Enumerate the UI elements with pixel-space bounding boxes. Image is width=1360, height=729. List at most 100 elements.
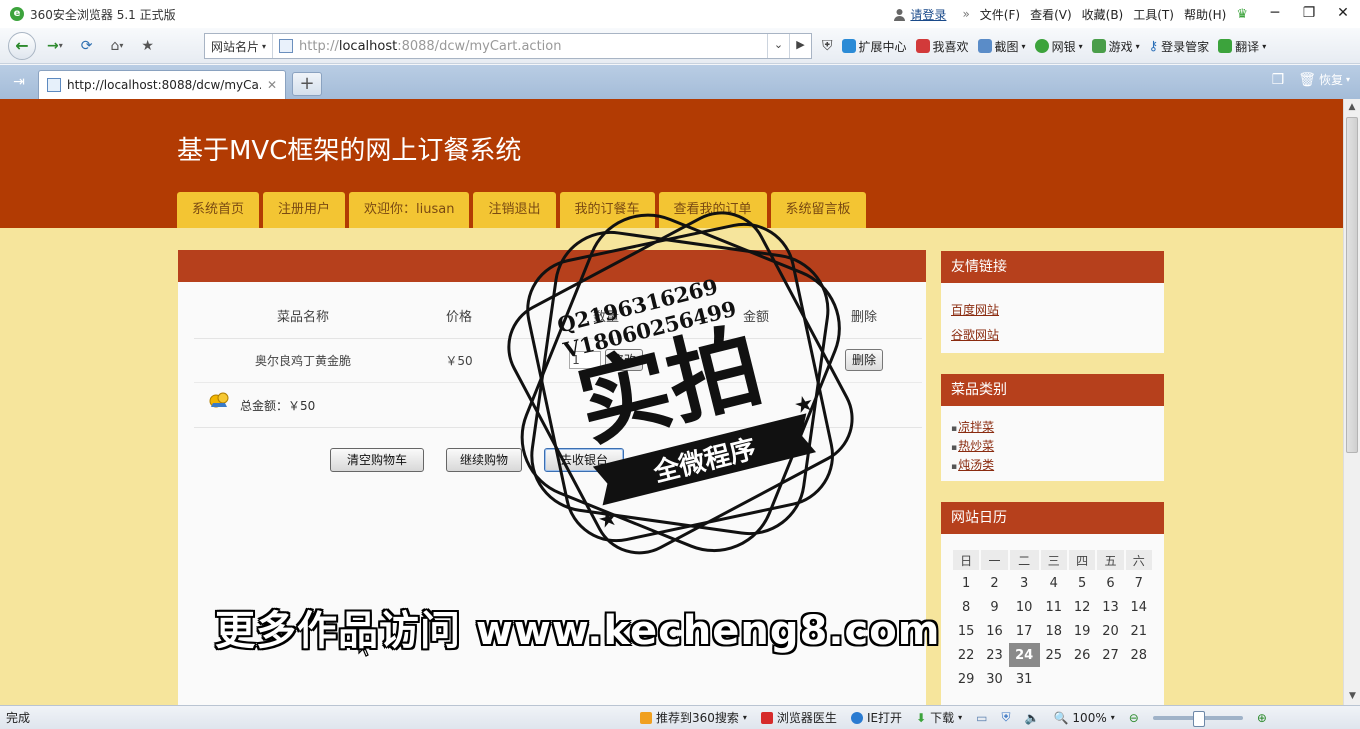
tab-active[interactable]: http://localhost:8088/dcw/myCa... ✕ [38,70,286,99]
scroll-up-icon[interactable]: ▲ [1344,99,1360,116]
calendar-day[interactable]: 12 [1068,595,1096,619]
calendar-day[interactable]: 20 [1096,619,1124,643]
shield-icon: ⛨ [822,38,833,54]
back-button[interactable]: ← [8,31,36,60]
calendar-day[interactable]: 2 [980,571,1008,595]
forward-button[interactable]: → ▾ [40,33,70,59]
nav-message-board[interactable]: 系统留言板 [770,192,866,228]
continue-shopping-button[interactable]: 继续购物 [446,448,522,472]
nav-welcome-user[interactable]: 欢迎你：liusan [349,192,470,228]
scrollbar-thumb[interactable] [1346,117,1358,453]
site-card-dropdown[interactable]: 网站名片 ▾ [205,34,274,58]
go-button[interactable]: ▶ [789,34,811,58]
sidebar-toggle-icon[interactable]: ⇥ [0,65,38,99]
favorite-star-button[interactable]: ★ [134,33,161,59]
calendar-day[interactable]: 18 [1040,619,1068,643]
calendar-day[interactable]: 19 [1068,619,1096,643]
calendar-day[interactable]: 17 [1009,619,1040,643]
download-button[interactable]: ⬇ 下载 ▾ [916,709,962,726]
window-switch-icon[interactable]: ❒ [1272,72,1285,88]
zoom-dropdown[interactable]: 🔍 100% ▾ [1053,711,1114,725]
games-button[interactable]: 游戏 ▾ [1091,38,1140,55]
calendar-day[interactable]: 1 [952,571,980,595]
skin-icon[interactable]: ♛ [1236,7,1248,22]
update-quantity-button[interactable]: 修改 [604,349,643,371]
zoom-out-icon[interactable]: ⊖ [1129,711,1139,725]
calendar-day[interactable]: 6 [1096,571,1124,595]
restore-window-button[interactable]: ❐ [1292,0,1326,28]
url-text[interactable]: http://localhost:8088/dcw/myCart.action [299,39,561,54]
calendar-day[interactable]: 8 [952,595,980,619]
nav-my-cart[interactable]: 我的订餐车 [559,192,655,228]
window-icon[interactable]: ▭ [976,711,987,725]
calendar-day-today[interactable]: 24 [1008,643,1040,667]
calendar-day[interactable]: 14 [1125,595,1153,619]
calendar-day[interactable]: 13 [1096,595,1124,619]
calendar-day[interactable]: 3 [1009,571,1040,595]
online-banking-button[interactable]: 网银 ▾ [1034,38,1083,55]
calendar-day[interactable]: 26 [1068,643,1096,667]
chevron-double-icon[interactable]: » [962,7,969,21]
shield-status-icon[interactable]: ⛨ [1002,710,1011,725]
category-cold-dishes[interactable]: 凉拌菜 [951,418,1154,435]
recommend-360-search-button[interactable]: 推荐到360搜索 ▾ [640,709,747,726]
menu-favorites[interactable]: 收藏(B) [1082,6,1124,23]
refresh-button[interactable]: ⟳ [74,33,100,59]
nav-home[interactable]: 系统首页 [177,192,260,228]
calendar-day[interactable]: 4 [1040,571,1068,595]
menu-help[interactable]: 帮助(H) [1184,6,1226,23]
nav-register[interactable]: 注册用户 [263,192,346,228]
login-manager-button[interactable]: ⚷ 登录管家 [1149,38,1210,55]
translate-button[interactable]: 翻译 ▾ [1218,38,1266,55]
open-in-ie-button[interactable]: IE打开 [850,709,902,726]
calendar-day[interactable]: 30 [980,667,1008,691]
close-window-button[interactable]: ✕ [1326,0,1360,28]
calendar-day[interactable]: 10 [1009,595,1040,619]
scroll-down-icon[interactable]: ▼ [1344,688,1360,705]
login-link[interactable]: 请登录 [893,6,946,23]
calendar-day[interactable]: 16 [980,619,1008,643]
nav-logout[interactable]: 注销退出 [473,192,556,228]
home-button[interactable]: ⌂ ▾ [103,33,130,59]
calendar-day[interactable]: 21 [1125,619,1153,643]
link-google[interactable]: 谷歌网站 [951,326,1154,343]
menu-file[interactable]: 文件(F) [980,6,1020,23]
calendar-day[interactable]: 9 [980,595,1008,619]
calendar-day[interactable]: 7 [1125,571,1153,595]
calendar-day[interactable]: 29 [952,667,980,691]
vertical-scrollbar[interactable]: ▲ ▼ [1343,99,1360,705]
calendar-day[interactable]: 15 [952,619,980,643]
browser-doctor-button[interactable]: 浏览器医生 [760,709,837,726]
calendar-day[interactable]: 31 [1009,667,1040,691]
new-tab-button[interactable]: + [292,72,322,96]
my-likes-button[interactable]: 我喜欢 [915,38,969,55]
close-icon[interactable]: ✕ [267,78,277,92]
calendar-day[interactable]: 23 [980,643,1008,667]
clear-cart-button[interactable]: 清空购物车 [330,448,424,472]
link-baidu[interactable]: 百度网站 [951,301,1154,318]
calendar-day[interactable]: 22 [952,643,980,667]
calendar-day[interactable]: 5 [1068,571,1096,595]
restore-button[interactable]: 🗑 恢复 ▾ [1298,71,1350,88]
calendar-day[interactable]: 28 [1125,643,1153,667]
url-dropdown-button[interactable]: ⌄ [767,34,789,58]
zoom-in-icon[interactable]: ⊕ [1257,711,1267,725]
calendar-day[interactable]: 25 [1040,643,1068,667]
delete-button[interactable]: 删除 [844,349,883,371]
volume-icon[interactable]: 🔈 [1025,711,1040,725]
extension-center-button[interactable]: 扩展中心 [841,38,907,55]
calendar-day[interactable]: 27 [1096,643,1124,667]
category-stir-fry[interactable]: 热炒菜 [951,437,1154,454]
address-bar[interactable]: 网站名片 ▾ http://localhost:8088/dcw/myCart.a… [204,33,812,59]
security-shield-button[interactable]: ⛨ [822,38,833,54]
category-soups[interactable]: 炖汤类 [951,456,1154,473]
quantity-input[interactable]: 1 [569,351,602,369]
minimize-button[interactable]: ─ [1258,0,1292,28]
calendar-day[interactable]: 11 [1040,595,1068,619]
nav-my-orders[interactable]: 查看我的订单 [658,192,767,228]
menu-view[interactable]: 查看(V) [1030,6,1072,23]
screenshot-button[interactable]: 截图 ▾ [977,38,1026,55]
menu-tools[interactable]: 工具(T) [1133,6,1174,23]
checkout-button[interactable]: 去收银台 [544,448,624,472]
zoom-slider[interactable] [1152,710,1243,727]
